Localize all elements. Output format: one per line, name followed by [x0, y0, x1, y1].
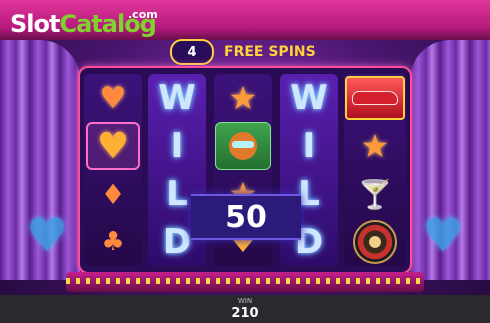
wild-letter: I [302, 126, 316, 166]
win-overlay-amount: 50 [225, 199, 267, 235]
logo-slot-text: Slot [10, 10, 60, 38]
fox-wild-icon [215, 122, 271, 170]
reel-2-cell-2: I [148, 122, 206, 170]
stage-floor [66, 272, 424, 292]
wild-letter: L [298, 174, 320, 214]
reel-4-cell-2: I [280, 122, 338, 170]
wild-letter: D [162, 222, 192, 262]
reel-3-cell-1: ★ [214, 74, 272, 122]
reel-5-cell-4 [344, 218, 406, 266]
win-amount: 210 [231, 306, 259, 321]
reel-5: ★ 🍸 [344, 74, 406, 266]
free-spins-banner: 4 FREE SPINS [170, 39, 320, 65]
sunglasses-icon [232, 141, 254, 148]
reel-4-cell-1: W [280, 74, 338, 122]
reel-3-cell-2 [214, 122, 272, 170]
game-stage: ♥ ♥ SlotCatalog .com 4 FREE SPINS ♥ ♥ ♦ … [0, 0, 490, 323]
martini-icon: 🍸 [357, 177, 393, 211]
star-icon: ★ [228, 79, 258, 117]
free-spins-label: FREE SPINS [224, 44, 316, 60]
wild-letter: W [290, 78, 328, 118]
wild-letter: W [158, 78, 196, 118]
logo-com-text: .com [128, 8, 158, 21]
star-icon: ★ [360, 127, 390, 165]
fox-face [229, 132, 257, 160]
win-label: WIN [237, 297, 253, 305]
roulette-wheel-icon [353, 220, 397, 264]
limousine-body [353, 92, 397, 104]
wild-letter: I [170, 126, 184, 166]
site-logo: SlotCatalog .com [10, 8, 158, 38]
win-amount-overlay: 50 [191, 194, 301, 240]
reel-1: ♥ ♥ ♦ ♣ [84, 74, 142, 266]
stage-lights [66, 278, 424, 284]
reel-1-cell-3: ♦ [84, 170, 142, 218]
reel-5-cell-1 [344, 74, 406, 122]
heart-icon: ♥ [99, 80, 127, 116]
heart-framed-icon: ♥ [86, 122, 140, 170]
heart-decor-right-icon: ♥ [422, 208, 464, 262]
wild-letter: L [166, 174, 188, 214]
reel-1-cell-4: ♣ [84, 218, 142, 266]
reel-1-cell-1: ♥ [84, 74, 142, 122]
club-icon: ♣ [101, 227, 125, 257]
heart-decor-left-icon: ♥ [26, 208, 68, 262]
limousine-icon [345, 76, 405, 120]
reel-1-cell-2: ♥ [84, 122, 142, 170]
diamond-icon: ♦ [100, 177, 126, 211]
reel-2-cell-1: W [148, 74, 206, 122]
reel-5-cell-2: ★ [344, 122, 406, 170]
reel-frame: ♥ ♥ ♦ ♣ W I L D ★ ★ ♥ W I L [80, 68, 410, 272]
free-spins-count: 4 [170, 39, 214, 65]
bottom-bar: WIN 210 [0, 295, 490, 323]
reel-5-cell-3: 🍸 [344, 170, 406, 218]
